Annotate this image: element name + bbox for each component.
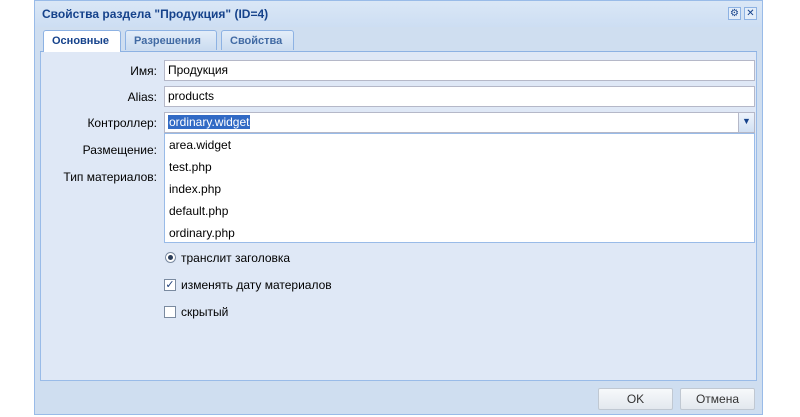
tab-strip: Основные Разрешения Свойства xyxy=(40,29,757,52)
dialog-title: Свойства раздела "Продукция" (ID=4) xyxy=(42,7,269,21)
name-value: Продукция xyxy=(168,63,229,77)
dropdown-option[interactable]: area.widget xyxy=(169,138,231,152)
cancel-button[interactable]: Отмена xyxy=(680,388,755,410)
form-panel: Имя: Продукция Alias: products Контролле… xyxy=(40,52,757,381)
properties-dialog: Свойства раздела "Продукция" (ID=4) ⚙ ✕ … xyxy=(34,0,763,415)
dropdown-option[interactable]: default.php xyxy=(169,204,228,218)
tab-properties[interactable]: Свойства xyxy=(221,30,294,50)
translit-radio[interactable] xyxy=(165,252,176,263)
name-label: Имя: xyxy=(130,64,157,78)
material-type-label: Тип материалов: xyxy=(63,170,157,184)
dropdown-option[interactable]: test.php xyxy=(169,160,212,174)
controller-combo[interactable]: ordinary.widget ▼ xyxy=(164,112,755,133)
dropdown-option[interactable]: ordinary.php xyxy=(169,226,235,240)
ok-button[interactable]: OK xyxy=(598,388,673,410)
close-icon[interactable]: ✕ xyxy=(744,7,757,20)
hidden-label: скрытый xyxy=(181,305,229,319)
change-date-checkbox[interactable]: ✓ xyxy=(164,279,176,291)
dropdown-option[interactable]: index.php xyxy=(169,182,221,196)
alias-field[interactable]: products xyxy=(164,86,755,107)
controller-value: ordinary.widget xyxy=(168,115,251,129)
hidden-checkbox[interactable] xyxy=(164,306,176,318)
controller-label: Контроллер: xyxy=(87,116,157,130)
dialog-footer: OK Отмена xyxy=(40,381,757,414)
chevron-down-icon[interactable]: ▼ xyxy=(738,112,755,133)
gear-icon[interactable]: ⚙ xyxy=(728,7,741,20)
name-field[interactable]: Продукция xyxy=(164,60,755,81)
translit-label: транслит заголовка xyxy=(181,251,291,265)
tab-main[interactable]: Основные xyxy=(43,30,121,52)
alias-label: Alias: xyxy=(127,90,157,104)
alias-value: products xyxy=(168,89,215,103)
change-date-label: изменять дату материалов xyxy=(181,278,332,292)
controller-dropdown-list: area.widget test.php index.php default.p… xyxy=(164,133,755,243)
dialog-titlebar[interactable]: Свойства раздела "Продукция" (ID=4) ⚙ ✕ xyxy=(35,1,762,27)
tab-permissions[interactable]: Разрешения xyxy=(125,30,217,50)
placement-label: Размещение: xyxy=(82,143,157,157)
